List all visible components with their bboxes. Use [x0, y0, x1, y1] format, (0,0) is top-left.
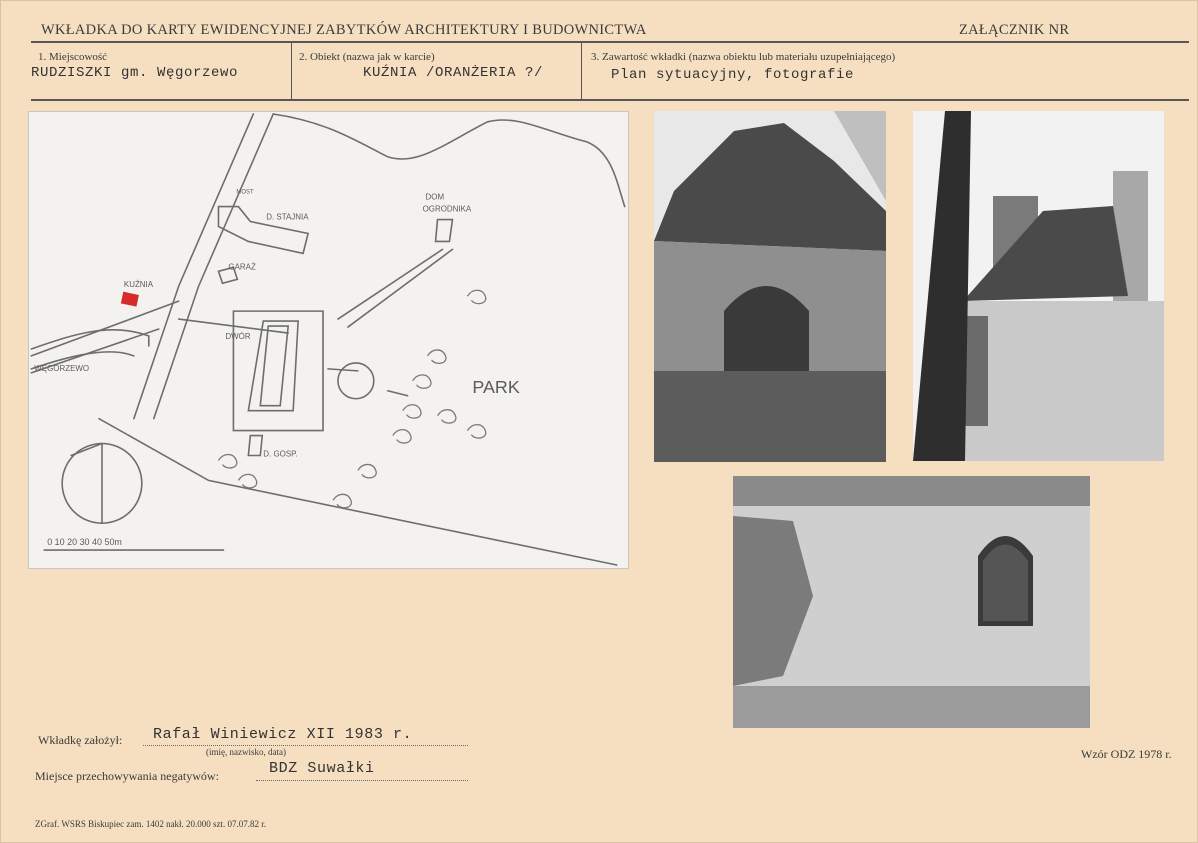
header-divider-1: [291, 42, 292, 99]
founder-dotted-line: [143, 745, 468, 746]
gardener-house: [434, 218, 454, 243]
pattern-label: Wzór ODZ 1978 r.: [1081, 747, 1172, 761]
path-to-gardener-2: [347, 248, 454, 328]
manor-building: [247, 320, 299, 412]
locality-label: 1. Miejscowość: [38, 51, 108, 63]
map-label-stajnia: D. STAJNIA: [266, 213, 309, 222]
object-label: 2. Obiekt (nazwa jak w karcie): [299, 51, 435, 63]
circular-lawn: [337, 362, 375, 400]
map-label-dom: DOM: [426, 193, 445, 202]
tree-icon: [402, 404, 422, 419]
photo-forge-front-image: [654, 111, 886, 462]
outbuilding: [247, 434, 264, 457]
print-info: ZGraf. WSRS Biskupiec zam. 1402 nakł. 20…: [35, 819, 267, 829]
map-label-ogrodnika: OGRODNIKA: [423, 205, 472, 214]
founder-label: Wkładkę założył:: [38, 733, 123, 747]
map-label-kuznia: KUŹNIA: [124, 280, 154, 289]
map-label-park: PARK: [472, 377, 519, 397]
tree-icon: [466, 423, 487, 439]
map-label-wegorzewo: WĘGORZEWO: [34, 364, 89, 373]
founder-hint: (imię, nazwisko, data): [206, 747, 286, 757]
contents-label: 3. Zawartość wkładki (nazwa obiektu lub …: [591, 51, 896, 63]
tree-icon: [466, 289, 487, 305]
tree-icon: [332, 493, 352, 509]
attachment-number-label: ZAŁĄCZNIK NR: [959, 22, 1070, 38]
record-card: WKŁADKA DO KARTY EWIDENCYJNEJ ZABYTKÓW A…: [0, 0, 1198, 843]
compass-north-flag: [70, 442, 103, 457]
tree-icon: [357, 463, 377, 479]
locality-value: RUDZISZKI gm. Węgorzewo: [31, 65, 239, 81]
tree-icon: [237, 473, 258, 489]
map-scale-label: 0 10 20 30 40 50m: [47, 537, 122, 547]
road-south-edge: [98, 417, 618, 566]
map-label-d-gosp: D. GOSP.: [263, 449, 297, 458]
site-plan-map: KUŹNIA D. STAJNIA MOST GARAŻ DOM OGRODNI…: [28, 111, 629, 569]
contents-value: Plan sytuacyjny, fotografie: [611, 67, 855, 83]
header-rule-top: [31, 41, 1189, 43]
photo-forge-side-image: [913, 111, 1164, 461]
path-to-gardener: [337, 248, 444, 320]
storage-dotted-line: [256, 780, 468, 781]
header-rule-bottom: [31, 99, 1189, 101]
header-divider-2: [581, 42, 582, 99]
tree-icon: [392, 428, 412, 444]
river-line: [272, 113, 626, 208]
tree-icon: [217, 453, 238, 469]
storage-value: BDZ Suwałki: [269, 760, 375, 777]
object-value: KUŹNIA /ORANŻERIA ?/: [363, 65, 544, 81]
founder-value: Rafał Winiewicz XII 1983 r.: [153, 726, 413, 743]
storage-label: Miejsce przechowywania negatywów:: [35, 769, 219, 783]
manor-yard: [232, 310, 324, 432]
path-east-of-circle: [386, 389, 409, 397]
tree-icon: [436, 409, 457, 424]
photo-forge-front: [654, 111, 886, 462]
tree-icon: [427, 349, 447, 365]
map-label-most: MOST: [236, 190, 254, 196]
site-plan-drawing: KUŹNIA D. STAJNIA MOST GARAŻ DOM OGRODNI…: [30, 113, 626, 566]
map-label-garaz: GARAŻ: [228, 262, 256, 271]
photo-forge-side: [913, 111, 1164, 461]
photo-wall-window: [733, 476, 1090, 728]
card-title: WKŁADKA DO KARTY EWIDENCYJNEJ ZABYTKÓW A…: [41, 22, 647, 38]
manor-roof: [259, 325, 290, 407]
tree-icon: [412, 374, 432, 389]
photo-wall-window-image: [733, 476, 1090, 728]
forge-marker: [120, 291, 139, 307]
map-label-dwor: DWÓR: [225, 332, 250, 341]
